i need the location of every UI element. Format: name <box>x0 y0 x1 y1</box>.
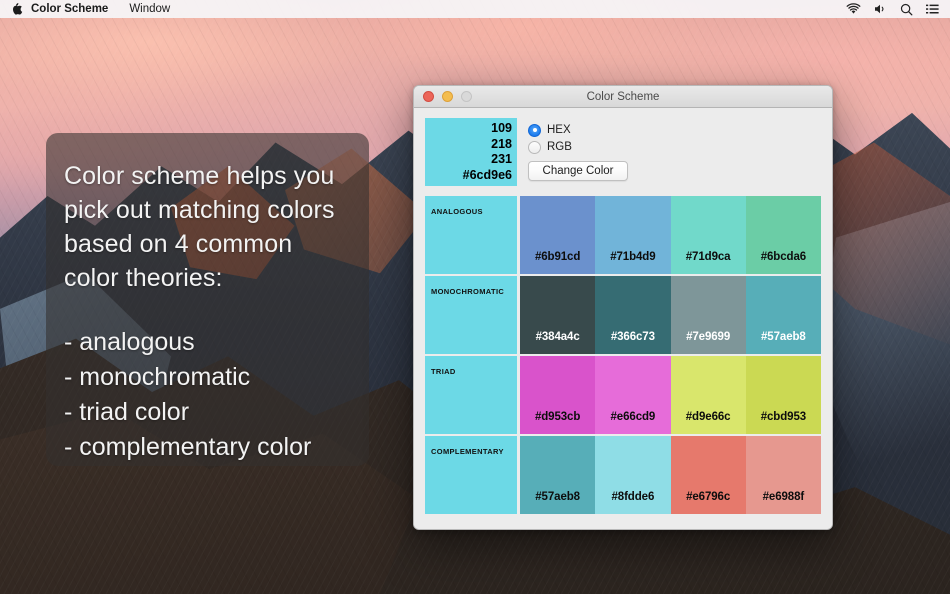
color-hex-label: #366c73 <box>610 331 655 343</box>
notification-center-icon[interactable] <box>926 4 939 15</box>
scheme-rows: ANALOGOUS #6b91cd #71b4d9 #71d9ca #6bcda… <box>425 196 821 514</box>
color-cell[interactable]: #7e9699 <box>670 276 746 354</box>
scheme-swatch-analogous[interactable]: ANALOGOUS <box>425 196 517 274</box>
scheme-row-triad: TRIAD #d953cb #e66cd9 #d9e66c #cbd953 <box>425 356 821 434</box>
scheme-row-monochromatic: MONOCHROMATIC #384a4c #366c73 #7e9699 #5… <box>425 276 821 354</box>
scheme-label: ANALOGOUS <box>431 207 483 216</box>
info-bullet-list: - analogous - monochromatic - triad colo… <box>64 325 347 465</box>
list-item: - triad color <box>64 398 190 426</box>
list-item: - complementary color <box>64 433 312 461</box>
color-hex-label: #57aeb8 <box>535 491 580 503</box>
color-cell[interactable]: #d9e66c <box>670 356 746 434</box>
color-hex-label: #71d9ca <box>685 251 731 263</box>
menu-item-window[interactable]: Window <box>120 0 179 18</box>
info-paragraph: Color scheme helps you pick out matching… <box>64 162 335 292</box>
info-overlay-panel: Color scheme helps you pick out matching… <box>46 133 369 466</box>
zoom-button[interactable] <box>461 91 472 102</box>
base-color-blue: 231 <box>491 152 512 166</box>
search-icon[interactable] <box>900 3 913 16</box>
scheme-swatch-complementary[interactable]: COMPLEMENTARY <box>425 436 517 514</box>
base-color-green: 218 <box>491 136 512 151</box>
color-cell[interactable]: #6b91cd <box>520 196 596 274</box>
color-cell[interactable]: #e66cd9 <box>595 356 671 434</box>
list-item: - analogous <box>64 328 195 356</box>
color-hex-label: #71b4d9 <box>610 251 656 263</box>
list-item: - monochromatic <box>64 363 251 391</box>
minimize-button[interactable] <box>442 91 453 102</box>
volume-icon[interactable] <box>874 3 887 15</box>
menu-bar-status-area <box>846 3 950 16</box>
radio-option-rgb[interactable]: RGB <box>528 139 628 155</box>
color-cell[interactable]: #366c73 <box>595 276 671 354</box>
color-hex-label: #d953cb <box>534 411 581 423</box>
window-title: Color Scheme <box>586 90 660 103</box>
color-cell[interactable]: #384a4c <box>520 276 596 354</box>
scheme-colors-triad: #d953cb #e66cd9 #d9e66c #cbd953 <box>520 356 821 434</box>
color-cell[interactable]: #71b4d9 <box>595 196 671 274</box>
apple-logo-icon[interactable] <box>10 1 24 17</box>
color-cell[interactable]: #6bcda6 <box>745 196 821 274</box>
color-hex-label: #7e9699 <box>686 331 731 343</box>
menu-bar-left: Color Scheme Window <box>0 0 179 18</box>
scheme-swatch-triad[interactable]: TRIAD <box>425 356 517 434</box>
color-hex-label: #e66cd9 <box>610 411 656 423</box>
color-cell[interactable]: #8fdde6 <box>595 436 671 514</box>
scheme-label: TRIAD <box>431 367 456 376</box>
color-hex-label: #e6988f <box>762 491 805 503</box>
color-cell[interactable]: #d953cb <box>520 356 596 434</box>
color-scheme-window: Color Scheme 109 218 231 #6cd9e6 HEX RGB… <box>413 85 833 530</box>
scheme-colors-analogous: #6b91cd #71b4d9 #71d9ca #6bcda6 <box>520 196 821 274</box>
base-color-section: 109 218 231 #6cd9e6 HEX RGB Change Color <box>425 118 821 186</box>
scheme-label: MONOCHROMATIC <box>431 287 505 296</box>
change-color-button[interactable]: Change Color <box>528 161 628 181</box>
color-hex-label: #6b91cd <box>534 251 581 263</box>
color-hex-label: #8fdde6 <box>611 491 655 503</box>
close-button[interactable] <box>423 91 434 102</box>
wifi-icon[interactable] <box>846 3 861 15</box>
base-color-hex: #6cd9e6 <box>462 167 512 182</box>
window-body: 109 218 231 #6cd9e6 HEX RGB Change Color <box>414 108 832 529</box>
radio-hex-icon[interactable] <box>528 123 541 137</box>
scheme-swatch-monochromatic[interactable]: MONOCHROMATIC <box>425 276 517 354</box>
desktop: Color Scheme Window Color scheme helps y… <box>0 0 950 594</box>
scheme-row-complementary: COMPLEMENTARY #57aeb8 #8fdde6 #e6796c #e… <box>425 436 821 514</box>
color-hex-label: #cbd953 <box>760 411 807 423</box>
color-cell[interactable]: #71d9ca <box>670 196 746 274</box>
window-titlebar[interactable]: Color Scheme <box>414 86 832 108</box>
radio-rgb-label: RGB <box>547 141 572 153</box>
scheme-row-analogous: ANALOGOUS #6b91cd #71b4d9 #71d9ca #6bcda… <box>425 196 821 274</box>
format-controls: HEX RGB Change Color <box>528 118 628 186</box>
menu-bar: Color Scheme Window <box>0 0 950 18</box>
base-color-swatch[interactable]: 109 218 231 #6cd9e6 <box>425 118 517 186</box>
base-color-red: 109 <box>491 121 512 135</box>
scheme-label: COMPLEMENTARY <box>431 447 504 456</box>
color-hex-label: #d9e66c <box>685 411 731 423</box>
radio-rgb-icon[interactable] <box>528 140 541 154</box>
color-hex-label: #384a4c <box>535 331 580 343</box>
color-cell[interactable]: #e6796c <box>670 436 746 514</box>
radio-hex-label: HEX <box>547 124 571 136</box>
color-hex-label: #57aeb8 <box>761 331 806 343</box>
scheme-colors-monochromatic: #384a4c #366c73 #7e9699 #57aeb8 <box>520 276 821 354</box>
traffic-light-group <box>423 91 472 102</box>
color-hex-label: #e6796c <box>686 491 731 503</box>
menu-app-name[interactable]: Color Scheme <box>31 0 120 18</box>
radio-option-hex[interactable]: HEX <box>528 122 628 138</box>
color-hex-label: #6bcda6 <box>760 251 807 263</box>
color-cell[interactable]: #cbd953 <box>745 356 821 434</box>
color-cell[interactable]: #e6988f <box>745 436 821 514</box>
color-cell[interactable]: #57aeb8 <box>520 436 596 514</box>
scheme-colors-complementary: #57aeb8 #8fdde6 #e6796c #e6988f <box>520 436 821 514</box>
color-cell[interactable]: #57aeb8 <box>745 276 821 354</box>
